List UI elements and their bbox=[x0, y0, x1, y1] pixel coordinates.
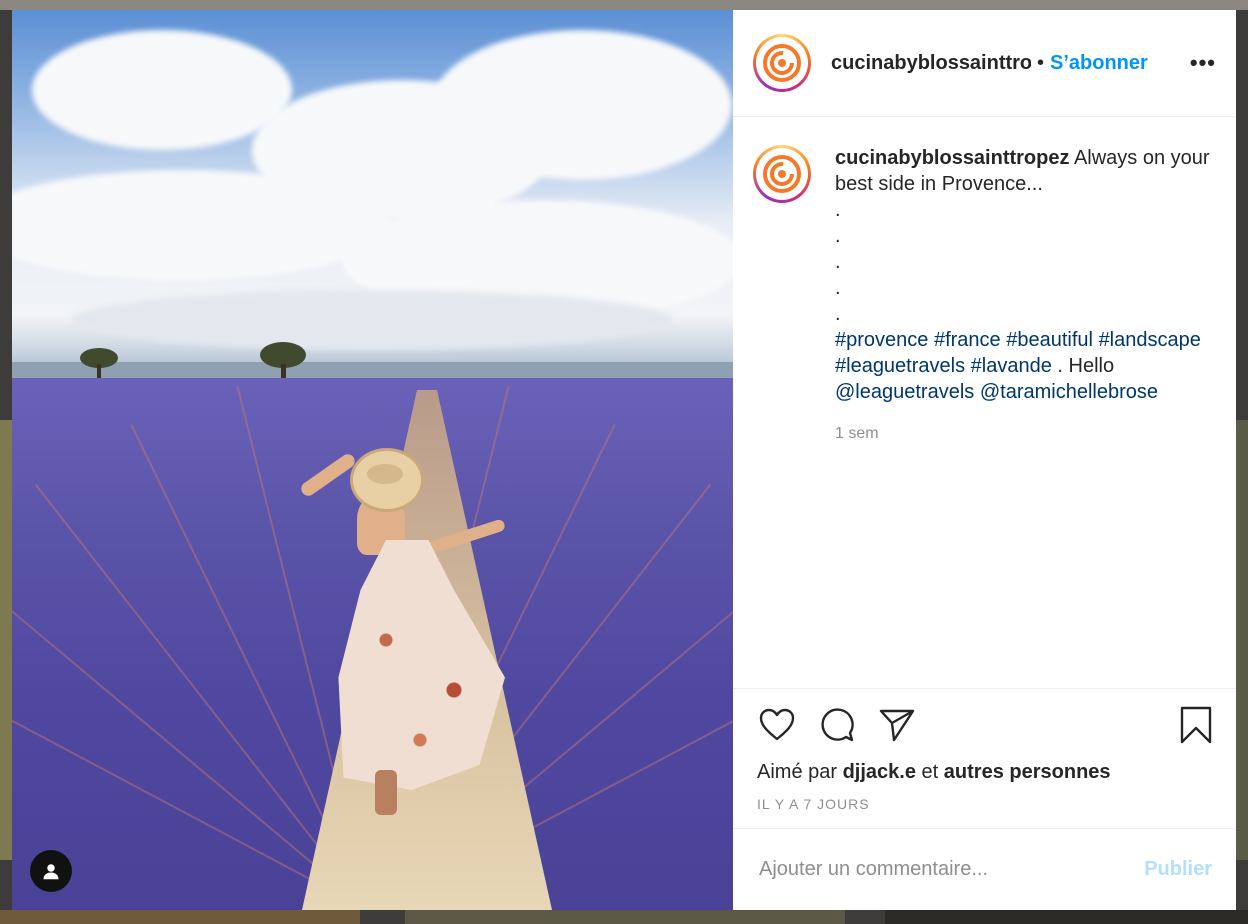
background-tile bbox=[0, 910, 360, 924]
like-button[interactable] bbox=[757, 705, 797, 745]
user-tag-button[interactable] bbox=[30, 850, 72, 892]
hashtag-link[interactable]: #provence bbox=[835, 329, 928, 351]
user-icon bbox=[43, 864, 59, 880]
liked-by-others[interactable]: autres personnes bbox=[944, 761, 1111, 783]
comment-form: Publier bbox=[733, 828, 1236, 910]
post-modal: cucinabyblossainttropez • S’abonner ••• … bbox=[12, 10, 1236, 910]
background-tile bbox=[885, 910, 1248, 924]
separator-dot: • bbox=[1037, 51, 1045, 74]
cloud bbox=[32, 30, 292, 150]
avatar[interactable] bbox=[753, 34, 811, 92]
liked-by-user[interactable]: djjack.e bbox=[843, 761, 916, 783]
cloud bbox=[72, 290, 672, 350]
post-date: IL Y A 7 JOURS bbox=[757, 796, 870, 812]
caption-dot: . bbox=[835, 199, 841, 221]
liked-by-prefix: Aimé par bbox=[757, 761, 838, 783]
bookmark-icon bbox=[1180, 706, 1212, 744]
caption-username[interactable]: cucinabyblossainttropez bbox=[835, 147, 1070, 169]
more-options-icon[interactable]: ••• bbox=[1190, 50, 1216, 76]
caption-dot: . bbox=[835, 251, 841, 273]
post-header: cucinabyblossainttropez • S’abonner ••• bbox=[733, 10, 1236, 117]
save-button[interactable] bbox=[1176, 705, 1216, 745]
follow-button[interactable]: S’abonner bbox=[1050, 52, 1148, 75]
action-icons bbox=[757, 703, 1216, 747]
comment-icon bbox=[821, 708, 854, 742]
hashtag-link[interactable]: #beautiful bbox=[1006, 329, 1093, 351]
actions-section: Aimé par djjack.e et autres personnes IL… bbox=[733, 688, 1236, 828]
mention-link[interactable]: @leaguetravels bbox=[835, 381, 974, 403]
brand-logo-icon bbox=[763, 155, 801, 193]
publish-button[interactable]: Publier bbox=[1144, 858, 1212, 881]
caption-dot: . bbox=[835, 277, 841, 299]
caption-text: cucinabyblossainttropez Always on your b… bbox=[835, 145, 1215, 688]
woman-figure bbox=[287, 440, 537, 820]
background-tile bbox=[0, 0, 1248, 10]
caption-period: . bbox=[1057, 355, 1063, 377]
caption-dot: . bbox=[835, 303, 841, 325]
post-photo bbox=[12, 10, 733, 910]
cloud bbox=[432, 30, 732, 180]
caption-section: cucinabyblossainttropez Always on your b… bbox=[733, 117, 1236, 688]
caption-dot: . bbox=[835, 225, 841, 247]
caption-hello: Hello bbox=[1068, 355, 1115, 377]
brand-logo-icon bbox=[763, 44, 801, 82]
header-username[interactable]: cucinabyblossainttropez bbox=[831, 52, 1031, 75]
hashtag-link[interactable]: #leaguetravels bbox=[835, 355, 965, 377]
hashtag-link[interactable]: #landscape bbox=[1099, 329, 1201, 351]
likes-summary: Aimé par djjack.e et autres personnes bbox=[757, 761, 1216, 784]
liked-by-join: et bbox=[921, 761, 939, 783]
post-side-panel: cucinabyblossainttropez • S’abonner ••• … bbox=[733, 10, 1236, 910]
share-button[interactable] bbox=[877, 705, 917, 745]
background-tile bbox=[0, 420, 12, 860]
background-tile bbox=[405, 910, 845, 924]
avatar[interactable] bbox=[753, 145, 811, 203]
caption-timestamp: 1 sem bbox=[835, 425, 879, 442]
cloud bbox=[12, 170, 392, 280]
comment-button[interactable] bbox=[817, 705, 857, 745]
heart-icon bbox=[759, 708, 795, 741]
hashtag-link[interactable]: #france bbox=[934, 329, 1001, 351]
hashtag-link[interactable]: #lavande bbox=[971, 355, 1052, 377]
background-tile bbox=[1236, 420, 1248, 860]
mention-link[interactable]: @taramichellebrose bbox=[980, 381, 1158, 403]
comment-input[interactable] bbox=[757, 857, 1145, 882]
paper-plane-icon bbox=[879, 709, 915, 742]
